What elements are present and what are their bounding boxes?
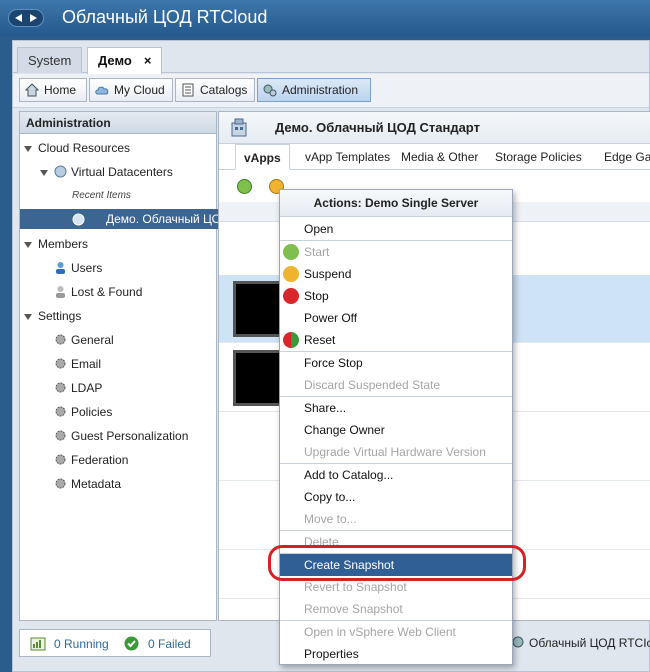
menu-item-suspend[interactable]: Suspend xyxy=(280,263,512,285)
gear-icon xyxy=(55,334,66,345)
menu-item-upgrade-hardware[interactable]: Upgrade Virtual Hardware Version xyxy=(280,441,512,463)
gear-icon xyxy=(55,358,66,369)
tab-vapps[interactable]: vApps xyxy=(235,144,290,170)
sidebar-item-ldap[interactable]: LDAP xyxy=(54,378,102,398)
running-tasks-icon xyxy=(30,637,46,651)
app-title: Облачный ЦОД RTCloud xyxy=(62,7,268,27)
menu-item-add-to-catalog[interactable]: Add to Catalog... xyxy=(280,464,512,486)
menu-item-reset[interactable]: Reset xyxy=(280,329,512,351)
back-forward-buttons[interactable] xyxy=(8,9,44,27)
vdc-icon xyxy=(72,213,85,226)
expand-caret-icon[interactable] xyxy=(24,313,32,320)
forward-icon[interactable] xyxy=(30,14,37,22)
check-icon xyxy=(124,636,139,651)
cloud-icon xyxy=(95,86,109,95)
home-icon xyxy=(25,83,39,97)
lost-user-icon xyxy=(56,286,65,298)
sidebar-item-policies[interactable]: Policies xyxy=(54,402,112,422)
sidebar-item-lost-found[interactable]: Lost & Found xyxy=(54,282,142,302)
administration-button[interactable]: Administration xyxy=(257,78,371,102)
tab-storage-policies[interactable]: Storage Policies xyxy=(495,144,582,170)
running-count[interactable]: 0 Running xyxy=(54,637,109,651)
reset-icon xyxy=(283,332,299,348)
highlight-annotation-ring xyxy=(268,545,526,581)
menu-item-discard-suspended[interactable]: Discard Suspended State xyxy=(280,374,512,396)
pause-icon xyxy=(283,266,299,282)
home-button[interactable]: Home xyxy=(19,78,87,102)
menu-item-remove-snapshot[interactable]: Remove Snapshot xyxy=(280,598,512,620)
main-toolbar: Home My Cloud Catalogs Administration xyxy=(13,74,649,108)
menu-item-start[interactable]: Start xyxy=(280,241,512,263)
menu-item-open[interactable]: Open xyxy=(280,218,512,240)
gears-icon xyxy=(263,84,277,97)
gear-icon xyxy=(55,454,66,465)
building-icon xyxy=(231,118,247,137)
page-title: Демо. Облачный ЦОД Стандарт xyxy=(275,120,480,135)
user-icon xyxy=(56,262,65,274)
gear-icon xyxy=(512,636,524,648)
sidebar-item-metadata[interactable]: Metadata xyxy=(54,474,121,494)
task-status-box[interactable]: 0 Running 0 Failed xyxy=(19,629,211,657)
back-icon[interactable] xyxy=(15,14,22,22)
menu-item-move-to[interactable]: Move to... xyxy=(280,508,512,530)
expand-caret-icon[interactable] xyxy=(24,145,32,152)
catalog-icon xyxy=(182,83,194,97)
org-name-status: Облачный ЦОД RTCIo xyxy=(529,636,650,650)
sidebar-header: Administration xyxy=(20,112,216,134)
failed-count[interactable]: 0 Failed xyxy=(148,637,191,651)
sidebar-recent-items: Recent Items xyxy=(72,190,131,201)
sidebar-item-federation[interactable]: Federation xyxy=(54,450,128,470)
title-bar: Облачный ЦОД RTCloud xyxy=(0,0,650,36)
sidebar-item-settings[interactable]: Settings xyxy=(24,306,81,326)
window-tab-strip: System Демо × xyxy=(13,41,649,74)
sidebar-item-email[interactable]: Email xyxy=(54,354,101,374)
content-tabs: vApps vApp Templates Media & Other Stora… xyxy=(219,144,650,170)
sidebar-item-general[interactable]: General xyxy=(54,330,114,350)
tab-media-other[interactable]: Media & Other xyxy=(401,144,478,170)
datacenter-icon xyxy=(54,165,67,178)
stop-icon xyxy=(283,288,299,304)
menu-item-force-stop[interactable]: Force Stop xyxy=(280,352,512,374)
menu-item-share[interactable]: Share... xyxy=(280,397,512,419)
sidebar-item-members[interactable]: Members xyxy=(24,234,88,254)
my-cloud-button[interactable]: My Cloud xyxy=(89,78,173,102)
sidebar-item-selected-vdc[interactable]: Демо. Облачный ЦОД xyxy=(20,209,229,229)
sidebar-item-guest-personalization[interactable]: Guest Personalization xyxy=(54,426,188,446)
expand-caret-icon[interactable] xyxy=(40,169,48,176)
gear-icon xyxy=(55,382,66,393)
sidebar-item-cloud-resources[interactable]: Cloud Resources xyxy=(24,138,130,158)
start-icon xyxy=(283,244,299,260)
main-header: Демо. Облачный ЦОД Стандарт xyxy=(219,112,650,144)
sidebar-item-users[interactable]: Users xyxy=(54,258,102,278)
expand-caret-icon[interactable] xyxy=(24,241,32,248)
menu-item-properties[interactable]: Properties xyxy=(280,643,512,665)
tab-vapp-templates[interactable]: vApp Templates xyxy=(305,144,390,170)
menu-item-change-owner[interactable]: Change Owner xyxy=(280,419,512,441)
menu-item-open-vsphere[interactable]: Open in vSphere Web Client xyxy=(280,621,512,643)
actions-context-menu: Actions: Demo Single Server Open Start S… xyxy=(279,189,513,665)
gear-icon xyxy=(55,430,66,441)
close-tab-icon[interactable]: × xyxy=(144,53,152,68)
menu-item-power-off[interactable]: Power Off xyxy=(280,307,512,329)
sidebar-item-virtual-datacenters[interactable]: Virtual Datacenters xyxy=(40,162,173,182)
catalogs-button[interactable]: Catalogs xyxy=(175,78,255,102)
start-icon[interactable] xyxy=(237,179,252,194)
gear-icon xyxy=(55,478,66,489)
admin-sidebar: Administration Cloud Resources Virtual D… xyxy=(19,111,229,621)
tab-edge-gateways[interactable]: Edge Ga xyxy=(604,144,650,170)
menu-item-copy-to[interactable]: Copy to... xyxy=(280,486,512,508)
menu-header: Actions: Demo Single Server xyxy=(280,190,512,217)
tab-demo[interactable]: Демо × xyxy=(87,47,163,74)
gear-icon xyxy=(55,406,66,417)
menu-item-stop[interactable]: Stop xyxy=(280,285,512,307)
tab-system[interactable]: System xyxy=(17,47,83,73)
